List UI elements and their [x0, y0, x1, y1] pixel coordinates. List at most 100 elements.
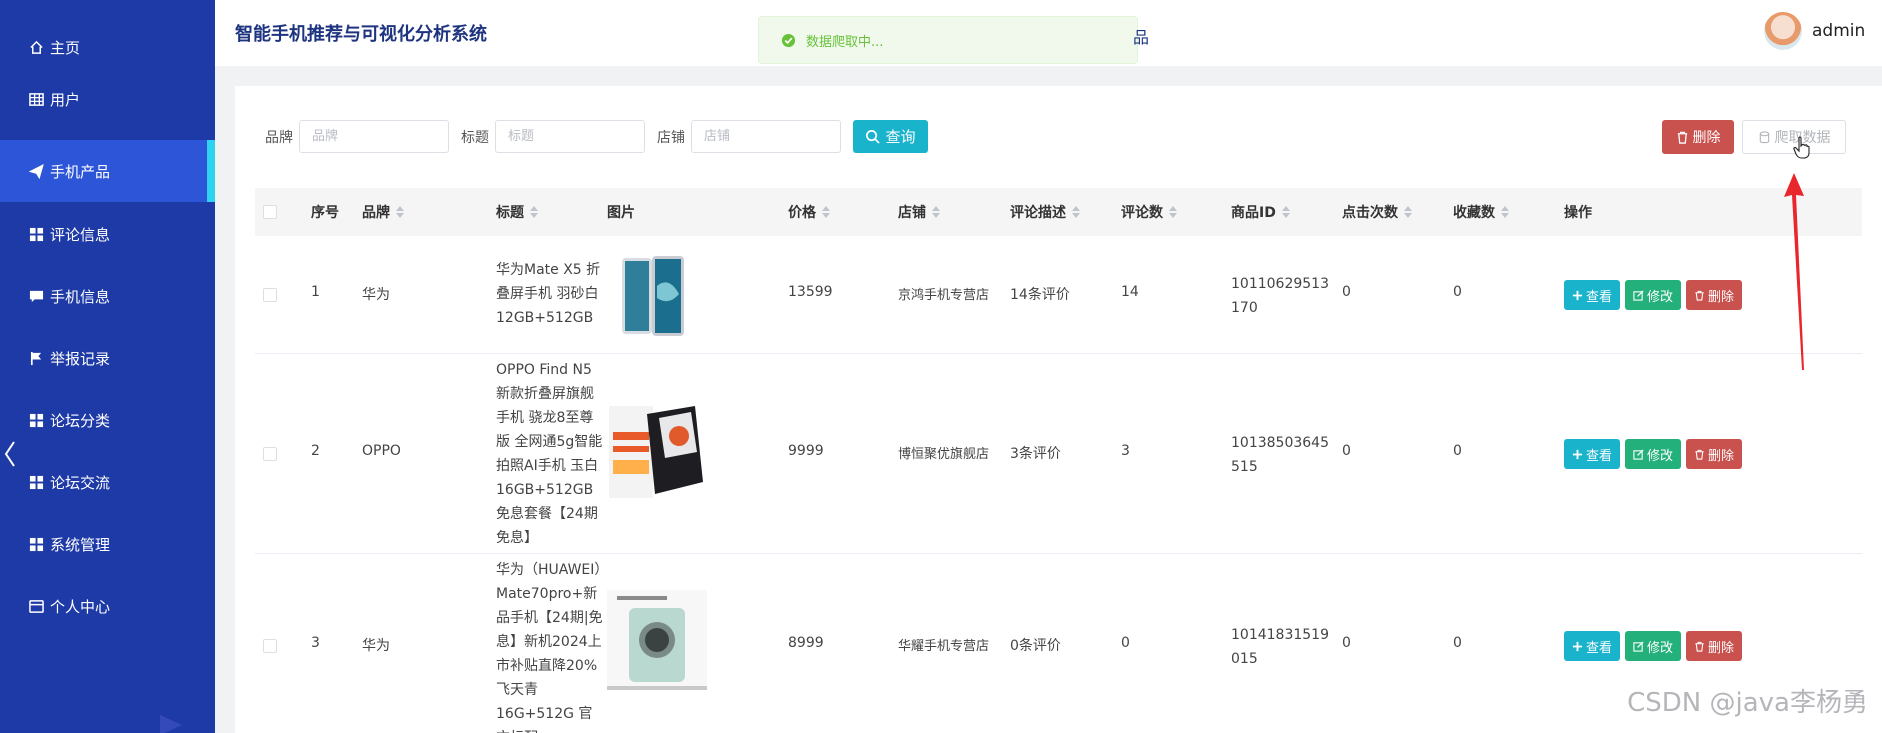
sort-icon[interactable] — [1404, 206, 1412, 218]
sidebar-item-users[interactable]: 用户 — [0, 68, 215, 130]
delete-button[interactable]: 删除 — [1686, 439, 1742, 469]
sort-icon[interactable] — [530, 206, 538, 218]
row-checkbox[interactable] — [263, 639, 277, 653]
col-clicks-label: 点击次数 — [1342, 205, 1398, 221]
row-comment-count: 14 — [1121, 284, 1139, 300]
col-comment-count-label: 评论数 — [1121, 205, 1163, 221]
shop-input[interactable] — [691, 120, 841, 153]
edit-label: 修改 — [1646, 640, 1673, 656]
flag-icon — [28, 350, 44, 366]
view-button[interactable]: 查看 — [1564, 439, 1620, 469]
sidebar-item-comments[interactable]: 评论信息 — [0, 203, 215, 265]
sort-icon[interactable] — [396, 206, 404, 218]
row-shop: 京鸿手机专营店 — [898, 288, 990, 303]
sort-icon[interactable] — [1281, 206, 1290, 218]
col-clicks[interactable]: 点击次数 — [1342, 188, 1412, 236]
brand-input[interactable] — [299, 120, 449, 153]
delete-button[interactable]: 删除 — [1686, 631, 1742, 661]
sidebar-item-phone-products[interactable]: 手机产品 — [0, 140, 215, 202]
sidebar-item-label: 用户 — [50, 90, 81, 109]
row-comment-desc: 3条评价 — [1010, 446, 1061, 462]
col-product-id[interactable]: 商品ID — [1231, 188, 1290, 236]
row-clicks: 0 — [1342, 443, 1351, 459]
app-title: 智能手机推荐与可视化分析系统 — [235, 24, 487, 45]
col-shop[interactable]: 店铺 — [898, 188, 940, 236]
row-product-id: 10138503645515 — [1231, 435, 1329, 475]
grid-icon — [28, 474, 44, 490]
sidebar-item-profile[interactable]: 个人中心 — [0, 575, 215, 637]
sort-icon[interactable] — [1072, 206, 1080, 218]
success-check-icon — [781, 33, 796, 47]
col-price[interactable]: 价格 — [788, 188, 830, 236]
col-shop-label: 店铺 — [898, 205, 926, 221]
row-favorites: 0 — [1453, 284, 1462, 300]
sort-icon[interactable] — [1169, 206, 1177, 218]
row-brand: 华为 — [362, 287, 390, 303]
sidebar-item-label: 手机信息 — [50, 287, 111, 306]
content-card: 品牌 标题 店铺 查询 删除 爬取数据 序号 品牌 标题 图片 价格 店铺 评论… — [235, 86, 1882, 733]
sidebar-item-label: 个人中心 — [50, 597, 111, 616]
sidebar-item-reports[interactable]: 举报记录 — [0, 327, 215, 389]
row-checkbox[interactable] — [263, 288, 277, 302]
home-icon — [28, 39, 44, 55]
product-image-oppo-phone[interactable] — [607, 402, 707, 502]
plus-icon — [1572, 641, 1583, 651]
sidebar-decoration — [160, 715, 182, 733]
batch-delete-button[interactable]: 删除 — [1662, 120, 1734, 154]
sort-icon[interactable] — [1501, 206, 1509, 218]
trash-icon — [1677, 131, 1687, 144]
avatar[interactable] — [1764, 12, 1802, 50]
view-label: 查看 — [1585, 640, 1612, 656]
row-clicks: 0 — [1342, 635, 1351, 651]
comment-icon — [28, 288, 44, 304]
col-brand[interactable]: 品牌 — [362, 188, 404, 236]
row-price: 8999 — [788, 635, 824, 651]
query-button[interactable]: 查询 — [853, 120, 928, 153]
sidebar-item-label: 手机产品 — [50, 162, 111, 181]
grid-icon — [28, 226, 44, 242]
row-actions: 查看 修改 删除 — [1564, 439, 1742, 469]
product-image-huawei-phone[interactable] — [607, 590, 707, 690]
view-button[interactable]: 查看 — [1564, 631, 1620, 661]
col-favorites[interactable]: 收藏数 — [1453, 188, 1509, 236]
sidebar-item-forum-categories[interactable]: 论坛分类 — [0, 389, 215, 451]
sort-icon[interactable] — [932, 206, 940, 218]
delete-button[interactable]: 删除 — [1686, 280, 1742, 310]
sidebar-item-system[interactable]: 系统管理 — [0, 513, 215, 575]
database-icon — [1759, 130, 1769, 143]
row-checkbox[interactable] — [263, 447, 277, 461]
col-title[interactable]: 标题 — [496, 188, 538, 236]
watermark: CSDN @java李杨勇 — [1627, 688, 1868, 718]
batch-delete-label: 删除 — [1692, 130, 1721, 146]
select-all-checkbox[interactable] — [263, 188, 277, 236]
edit-button[interactable]: 修改 — [1625, 631, 1681, 661]
col-favorites-label: 收藏数 — [1453, 205, 1495, 221]
col-actions: 操作 — [1564, 205, 1592, 221]
search-filters: 品牌 标题 店铺 查询 — [265, 120, 928, 153]
row-actions: 查看 修改 删除 — [1564, 280, 1742, 310]
toast-text: 数据爬取中... — [806, 34, 884, 50]
product-image-foldable-phone[interactable] — [607, 246, 707, 346]
grid-icon — [28, 91, 44, 107]
edit-icon — [1633, 448, 1644, 460]
col-comment-count[interactable]: 评论数 — [1121, 188, 1177, 236]
sort-icon[interactable] — [822, 206, 830, 218]
edit-button[interactable]: 修改 — [1625, 439, 1681, 469]
col-product-id-label: 商品ID — [1231, 205, 1276, 221]
collapse-sidebar-icon[interactable] — [2, 438, 18, 470]
edit-label: 修改 — [1646, 448, 1673, 464]
edit-icon — [1633, 289, 1644, 301]
col-index: 序号 — [311, 205, 339, 221]
sidebar-item-phone-info[interactable]: 手机信息 — [0, 265, 215, 327]
hand-cursor-icon — [1793, 136, 1810, 159]
col-comment-desc[interactable]: 评论描述 — [1010, 188, 1080, 236]
edit-button[interactable]: 修改 — [1625, 280, 1681, 310]
query-button-label: 查询 — [885, 128, 916, 146]
view-button[interactable]: 查看 — [1564, 280, 1620, 310]
sidebar-item-forum[interactable]: 论坛交流 — [0, 451, 215, 513]
row-brand: OPPO — [362, 443, 401, 459]
title-input[interactable] — [495, 120, 645, 153]
username[interactable]: admin — [1812, 21, 1865, 41]
search-icon — [866, 130, 881, 144]
row-index: 1 — [311, 284, 320, 300]
